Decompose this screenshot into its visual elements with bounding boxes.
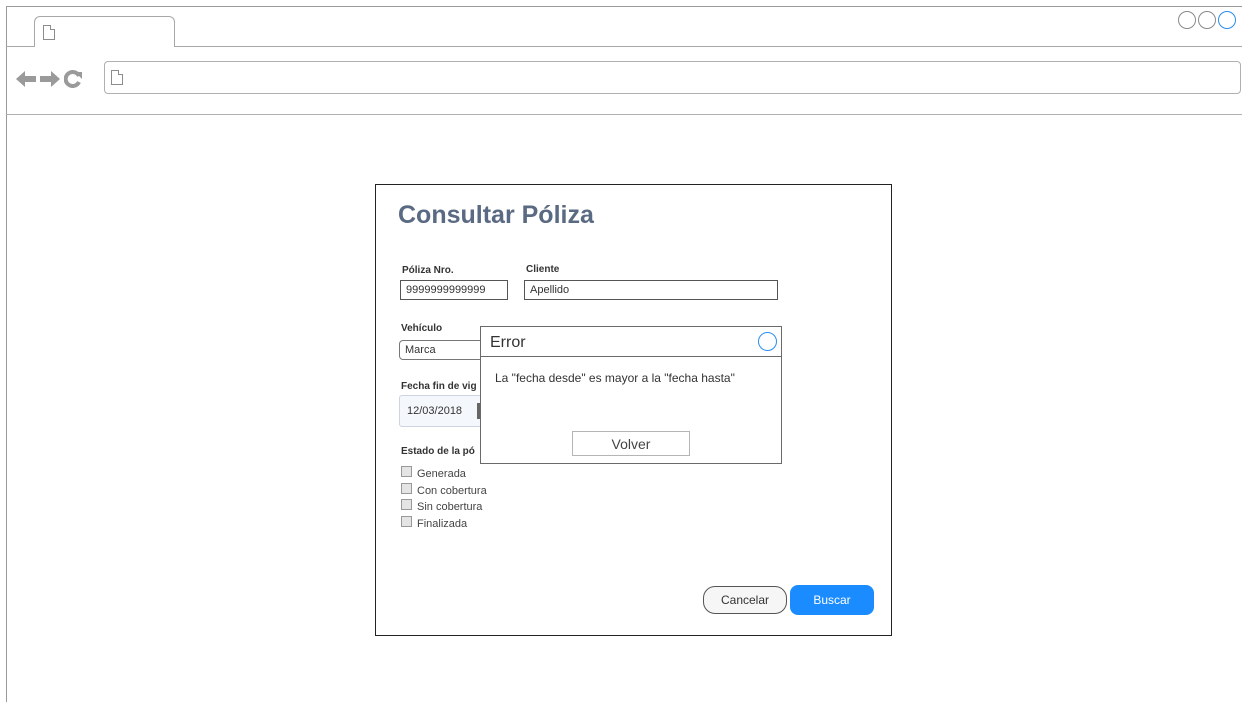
cliente-label: Cliente	[526, 264, 560, 275]
estado-option-sin-cobertura[interactable]: Sin cobertura	[401, 499, 482, 515]
tab-strip-line	[6, 46, 1242, 47]
fecha-input[interactable]: 12/03/2018	[399, 395, 489, 427]
estado-option-con-cobertura[interactable]: Con cobertura	[401, 483, 487, 499]
back-arrow-icon[interactable]	[16, 71, 36, 87]
cliente-input[interactable]: Apellido	[524, 280, 778, 300]
page-title: Consultar Póliza	[398, 201, 594, 229]
address-bar[interactable]	[104, 61, 1241, 94]
estado-option-finalizada[interactable]: Finalizada	[401, 516, 467, 532]
search-button[interactable]: Buscar	[790, 585, 874, 615]
toolbar-divider	[6, 114, 1242, 115]
reload-icon[interactable]	[64, 70, 82, 88]
window-circle-icon[interactable]	[1178, 11, 1196, 29]
page-icon	[43, 25, 55, 40]
browser-tab[interactable]	[34, 16, 175, 46]
dialog-message: La "fecha desde" es mayor a la "fecha ha…	[495, 371, 735, 385]
vehiculo-select[interactable]: Marca	[399, 340, 489, 360]
vehiculo-label: Vehículo	[401, 323, 443, 334]
dialog-header: Error	[481, 327, 781, 357]
volver-button[interactable]: Volver	[572, 431, 690, 456]
estado-option-generada[interactable]: Generada	[401, 466, 466, 482]
checkbox[interactable]	[401, 466, 412, 477]
dialog-title: Error	[490, 334, 526, 351]
checkbox[interactable]	[401, 483, 412, 494]
fecha-label: Fecha fin de vig	[401, 381, 477, 392]
poliza-input[interactable]: 9999999999999	[400, 280, 508, 300]
window-circle-icon[interactable]	[1218, 11, 1236, 29]
error-dialog: Error La "fecha desde" es mayor a la "fe…	[480, 326, 782, 464]
checkbox[interactable]	[401, 516, 412, 527]
checkbox[interactable]	[401, 499, 412, 510]
close-icon[interactable]	[758, 332, 777, 351]
poliza-label: Póliza Nro.	[402, 265, 454, 276]
forward-arrow-icon[interactable]	[40, 71, 60, 87]
window-circle-icon[interactable]	[1198, 11, 1216, 29]
estado-label: Estado de la pó	[401, 446, 475, 457]
cancel-button[interactable]: Cancelar	[703, 586, 787, 614]
page-icon	[111, 70, 123, 85]
